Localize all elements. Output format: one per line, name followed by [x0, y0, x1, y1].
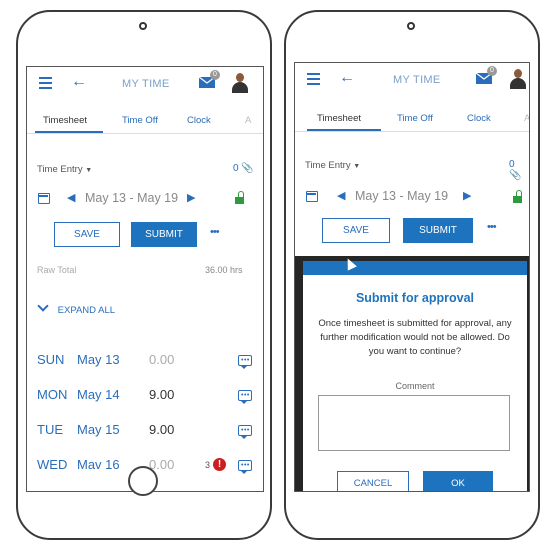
- comment-icon[interactable]: •••: [238, 460, 252, 474]
- next-week-icon[interactable]: ▶: [463, 189, 471, 202]
- submit-button[interactable]: SUBMIT: [403, 218, 473, 243]
- paperclip-icon: 📎: [509, 170, 522, 181]
- right-phone: ← MY TIME 0 Timesheet Time Off Clock A T…: [284, 10, 540, 540]
- left-phone: ← MY TIME 0 Timesheet Time Off Clock A T…: [16, 10, 272, 540]
- dialog-message: Once timesheet is submitted for approval…: [318, 318, 512, 357]
- week-range: May 13 - May 19: [85, 191, 179, 205]
- paperclip-icon: 📎: [241, 163, 254, 174]
- attachment-count-value: 0: [233, 163, 239, 174]
- raw-total-label: Raw Total: [37, 265, 77, 275]
- time-entry-label: Time Entry: [305, 160, 351, 171]
- mail-badge: 0: [210, 70, 220, 80]
- right-screen: ← MY TIME 0 Timesheet Time Off Clock A T…: [294, 62, 530, 492]
- day-date: May 15: [77, 422, 120, 437]
- tab-clock[interactable]: Clock: [187, 115, 211, 126]
- attachment-count[interactable]: 0 📎: [509, 159, 529, 181]
- raw-total-value: 36.00 hrs: [205, 265, 243, 275]
- prev-week-icon[interactable]: ◀: [337, 189, 345, 202]
- active-tab-indicator: [35, 131, 103, 133]
- day-hours: 9.00: [149, 422, 175, 437]
- time-entry-dropdown[interactable]: Time Entry ▼: [305, 160, 360, 171]
- unlock-icon: [513, 190, 522, 203]
- cancel-button[interactable]: CANCEL: [337, 471, 409, 491]
- tab-bar: Timesheet Time Off Clock A: [295, 105, 529, 132]
- tab-more[interactable]: A: [245, 115, 251, 126]
- ok-button[interactable]: OK: [423, 471, 493, 491]
- submit-button[interactable]: SUBMIT: [131, 222, 197, 247]
- unlock-icon: [235, 191, 244, 204]
- day-row-mon[interactable]: MON May 14 9.00 •••: [27, 387, 263, 407]
- save-button[interactable]: SAVE: [322, 218, 390, 243]
- menu-icon[interactable]: [307, 73, 320, 85]
- day-date: May 13: [77, 352, 120, 367]
- back-arrow-icon[interactable]: ←: [339, 69, 355, 87]
- time-entry-label: Time Entry: [37, 164, 83, 175]
- comment-icon[interactable]: •••: [238, 390, 252, 404]
- menu-icon[interactable]: [39, 77, 52, 89]
- warning-count: 3: [205, 460, 211, 470]
- warning-icon[interactable]: !: [213, 458, 226, 471]
- week-range: May 13 - May 19: [355, 189, 449, 203]
- speaker: [407, 22, 415, 30]
- day-hours: 0.00: [149, 352, 175, 367]
- dialog-header-strip: [303, 261, 527, 275]
- comment-icon[interactable]: •••: [238, 355, 252, 369]
- home-button[interactable]: [128, 466, 158, 496]
- tab-bar: Timesheet Time Off Clock A: [27, 107, 263, 134]
- dialog-title: Submit for approval: [355, 291, 475, 305]
- day-name: SUN: [37, 352, 65, 367]
- speaker: [139, 22, 147, 30]
- next-week-icon[interactable]: ▶: [187, 191, 195, 204]
- chevron-down-icon: ▼: [353, 163, 361, 170]
- day-row-tue[interactable]: TUE May 15 9.00 •••: [27, 422, 263, 442]
- save-button[interactable]: SAVE: [54, 222, 120, 247]
- avatar[interactable]: [509, 69, 527, 89]
- calendar-icon[interactable]: [38, 193, 50, 204]
- submit-dialog: Submit for approval Once timesheet is su…: [303, 275, 527, 491]
- tab-clock[interactable]: Clock: [467, 113, 491, 124]
- tab-time-off[interactable]: Time Off: [122, 115, 158, 126]
- expand-all-toggle[interactable]: EXPAND ALL: [37, 300, 116, 316]
- tab-more[interactable]: A: [524, 113, 529, 124]
- day-row-sun[interactable]: SUN May 13 0.00 •••: [27, 352, 263, 372]
- mail-badge: 0: [487, 66, 497, 76]
- day-date: May 14: [77, 387, 120, 402]
- day-hours: 9.00: [149, 387, 175, 402]
- chevron-down-icon: ▼: [85, 167, 93, 174]
- chevron-down-icon: [37, 300, 49, 312]
- attachment-count-value: 0: [509, 159, 515, 170]
- top-bar: ← MY TIME 0: [295, 63, 529, 99]
- tab-timesheet[interactable]: Timesheet: [43, 115, 87, 126]
- tab-timesheet[interactable]: Timesheet: [317, 113, 361, 124]
- calendar-icon[interactable]: [306, 191, 318, 202]
- comment-label: Comment: [395, 381, 435, 391]
- tab-time-off[interactable]: Time Off: [397, 113, 433, 124]
- attachment-count[interactable]: 0 📎: [233, 163, 254, 174]
- prev-week-icon[interactable]: ◀: [67, 191, 75, 204]
- day-date: Mav 16: [77, 457, 120, 472]
- more-options-icon[interactable]: •••: [487, 221, 497, 233]
- comment-input[interactable]: [318, 395, 510, 451]
- avatar[interactable]: [231, 73, 249, 93]
- comment-icon[interactable]: •••: [238, 425, 252, 439]
- expand-all-label: EXPAND ALL: [57, 305, 116, 316]
- top-bar: ← MY TIME 0: [27, 67, 263, 103]
- page-title: MY TIME: [393, 74, 441, 86]
- time-entry-dropdown[interactable]: Time Entry ▼: [37, 164, 92, 175]
- active-tab-indicator: [307, 129, 381, 131]
- modal-overlay[interactable]: Submit for approval Once timesheet is su…: [295, 256, 529, 491]
- day-name: WED: [37, 457, 68, 472]
- day-name: MON: [37, 387, 68, 402]
- back-arrow-icon[interactable]: ←: [71, 73, 87, 91]
- more-options-icon[interactable]: •••: [210, 226, 220, 238]
- page-title: MY TIME: [122, 78, 170, 90]
- left-screen: ← MY TIME 0 Timesheet Time Off Clock A T…: [26, 66, 264, 492]
- day-name: TUE: [37, 422, 63, 437]
